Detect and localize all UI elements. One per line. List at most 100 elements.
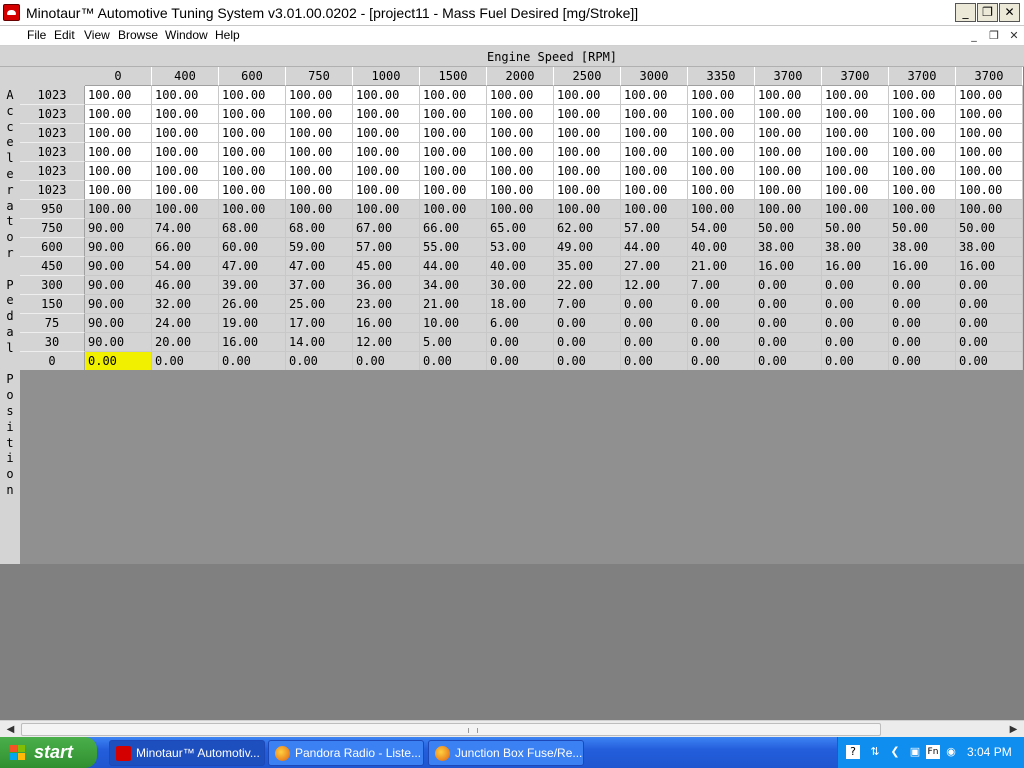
taskbar-item-pandora[interactable]: Pandora Radio - Liste...	[268, 740, 424, 766]
column-header[interactable]: 3700	[956, 67, 1023, 86]
table-cell[interactable]: 90.00	[85, 333, 152, 352]
table-cell[interactable]: 100.00	[420, 105, 487, 124]
table-cell[interactable]: 90.00	[85, 219, 152, 238]
table-cell[interactable]: 0.00	[956, 333, 1023, 352]
table-cell[interactable]: 100.00	[219, 86, 286, 105]
table-cell[interactable]: 16.00	[219, 333, 286, 352]
table-cell[interactable]: 100.00	[956, 143, 1023, 162]
table-cell[interactable]: 100.00	[487, 200, 554, 219]
column-header[interactable]: 1000	[353, 67, 420, 86]
table-cell[interactable]: 100.00	[688, 181, 755, 200]
table-cell[interactable]: 100.00	[755, 162, 822, 181]
table-cell[interactable]: 100.00	[554, 124, 621, 143]
table-cell[interactable]: 20.00	[152, 333, 219, 352]
table-cell[interactable]: 100.00	[420, 162, 487, 181]
taskbar-item-junction-box[interactable]: Junction Box Fuse/Re...	[428, 740, 584, 766]
table-cell[interactable]: 100.00	[219, 143, 286, 162]
table-cell[interactable]: 38.00	[956, 238, 1023, 257]
table-cell[interactable]: 0.00	[554, 352, 621, 371]
table-cell[interactable]: 100.00	[956, 86, 1023, 105]
table-cell[interactable]: 100.00	[554, 181, 621, 200]
table-cell[interactable]: 100.00	[85, 86, 152, 105]
table-cell[interactable]: 0.00	[956, 276, 1023, 295]
table-cell[interactable]: 74.00	[152, 219, 219, 238]
table-cell[interactable]: 14.00	[286, 333, 353, 352]
table-cell[interactable]: 37.00	[286, 276, 353, 295]
table-cell[interactable]: 25.00	[286, 295, 353, 314]
table-cell[interactable]: 66.00	[152, 238, 219, 257]
table-cell[interactable]: 90.00	[85, 276, 152, 295]
table-cell[interactable]: 0.00	[889, 352, 956, 371]
table-cell[interactable]: 16.00	[755, 257, 822, 276]
table-cell[interactable]: 100.00	[286, 105, 353, 124]
table-cell[interactable]: 65.00	[487, 219, 554, 238]
table-cell[interactable]: 100.00	[152, 124, 219, 143]
table-cell[interactable]: 90.00	[85, 314, 152, 333]
table-cell[interactable]: 100.00	[755, 181, 822, 200]
table-cell[interactable]: 26.00	[219, 295, 286, 314]
table-cell[interactable]: 12.00	[353, 333, 420, 352]
table-cell[interactable]: 100.00	[487, 86, 554, 105]
row-header[interactable]: 1023	[20, 105, 85, 124]
table-cell[interactable]: 22.00	[554, 276, 621, 295]
table-cell[interactable]: 32.00	[152, 295, 219, 314]
table-cell[interactable]: 100.00	[487, 105, 554, 124]
column-header[interactable]: 1500	[420, 67, 487, 86]
table-cell[interactable]: 0.00	[688, 314, 755, 333]
table-cell[interactable]: 100.00	[956, 200, 1023, 219]
menu-file[interactable]: File	[27, 28, 46, 42]
table-cell[interactable]: 21.00	[420, 295, 487, 314]
table-cell[interactable]: 0.00	[621, 295, 688, 314]
table-cell[interactable]: 100.00	[487, 124, 554, 143]
table-cell[interactable]: 10.00	[420, 314, 487, 333]
table-cell[interactable]: 100.00	[85, 105, 152, 124]
table-cell[interactable]: 100.00	[353, 124, 420, 143]
menu-browse[interactable]: Browse	[118, 28, 158, 42]
table-cell[interactable]: 100.00	[956, 124, 1023, 143]
table-cell[interactable]: 0.00	[889, 276, 956, 295]
row-header[interactable]: 1023	[20, 181, 85, 200]
table-cell[interactable]: 68.00	[219, 219, 286, 238]
row-header[interactable]: 30	[20, 333, 85, 352]
table-cell[interactable]: 100.00	[353, 143, 420, 162]
table-cell[interactable]: 100.00	[219, 105, 286, 124]
menu-edit[interactable]: Edit	[54, 28, 75, 42]
selected-table-cell[interactable]: 0.00	[85, 352, 152, 371]
table-cell[interactable]: 53.00	[487, 238, 554, 257]
table-cell[interactable]: 100.00	[353, 200, 420, 219]
table-cell[interactable]: 0.00	[889, 333, 956, 352]
column-header[interactable]: 2000	[487, 67, 554, 86]
row-header[interactable]: 600	[20, 238, 85, 257]
table-cell[interactable]: 0.00	[822, 295, 889, 314]
start-button[interactable]: start	[0, 737, 97, 768]
table-cell[interactable]: 0.00	[688, 295, 755, 314]
table-cell[interactable]: 16.00	[353, 314, 420, 333]
table-cell[interactable]: 0.00	[956, 295, 1023, 314]
table-cell[interactable]: 21.00	[688, 257, 755, 276]
table-cell[interactable]: 100.00	[286, 181, 353, 200]
table-cell[interactable]: 100.00	[219, 181, 286, 200]
table-cell[interactable]: 100.00	[956, 105, 1023, 124]
table-cell[interactable]: 0.00	[822, 276, 889, 295]
scrollbar-thumb[interactable]	[21, 723, 881, 736]
table-cell[interactable]: 100.00	[420, 124, 487, 143]
table-cell[interactable]: 59.00	[286, 238, 353, 257]
table-cell[interactable]: 17.00	[286, 314, 353, 333]
table-cell[interactable]: 100.00	[554, 162, 621, 181]
network-icon[interactable]: ⇅	[868, 745, 882, 759]
table-cell[interactable]: 100.00	[286, 162, 353, 181]
table-cell[interactable]: 100.00	[554, 105, 621, 124]
row-header[interactable]: 1023	[20, 162, 85, 181]
table-cell[interactable]: 46.00	[152, 276, 219, 295]
table-cell[interactable]: 100.00	[621, 105, 688, 124]
column-header[interactable]: 3350	[688, 67, 755, 86]
table-cell[interactable]: 55.00	[420, 238, 487, 257]
horizontal-scrollbar[interactable]: ◀ ▶	[0, 720, 1024, 737]
table-cell[interactable]: 100.00	[621, 181, 688, 200]
table-cell[interactable]: 100.00	[152, 200, 219, 219]
mdi-restore-button[interactable]: ❐	[986, 29, 1002, 43]
table-cell[interactable]: 50.00	[956, 219, 1023, 238]
table-cell[interactable]: 100.00	[85, 143, 152, 162]
table-cell[interactable]: 50.00	[889, 219, 956, 238]
table-cell[interactable]: 100.00	[487, 162, 554, 181]
